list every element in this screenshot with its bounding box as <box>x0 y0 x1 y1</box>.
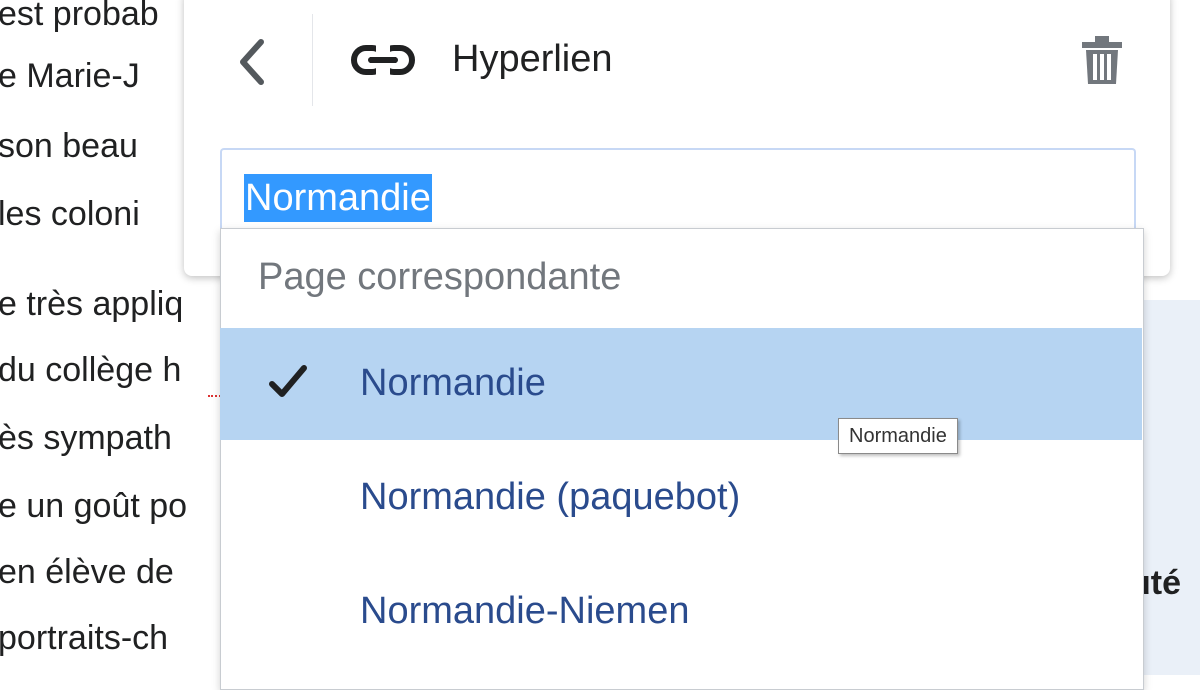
article-line: son beau <box>0 127 138 165</box>
link-icon <box>351 44 415 76</box>
suggestion-option-selected[interactable] <box>220 328 1142 440</box>
article-line: portraits-ch <box>0 619 169 657</box>
article-line: est probab <box>0 0 159 33</box>
sidebar-background <box>1140 300 1200 675</box>
tooltip: Normandie <box>838 418 958 454</box>
suggestion-label: Normandie <box>360 362 546 404</box>
toolbar-divider <box>312 14 313 106</box>
trash-icon <box>1082 36 1122 84</box>
suggestion-label: Normandie-Niemen <box>360 590 690 632</box>
article-line: en élève de <box>0 553 174 591</box>
dropdown-header: Page correspondante <box>258 256 622 298</box>
article-line: e très appliq <box>0 285 184 323</box>
search-input-value[interactable]: Normandie <box>244 174 432 222</box>
article-line: e un goût po <box>0 487 188 525</box>
article-line: ès sympath <box>0 419 172 457</box>
delete-link-button[interactable] <box>1080 34 1124 86</box>
back-button[interactable] <box>226 30 278 94</box>
article-line: du collège h <box>0 351 182 389</box>
suggestion-label: Normandie (paquebot) <box>360 476 741 518</box>
article-line: les coloni <box>0 195 140 233</box>
article-line: e Marie-J <box>0 57 140 95</box>
chevron-left-icon <box>240 39 264 85</box>
checkmark-icon <box>269 365 307 397</box>
panel-title: Hyperlien <box>452 38 613 80</box>
